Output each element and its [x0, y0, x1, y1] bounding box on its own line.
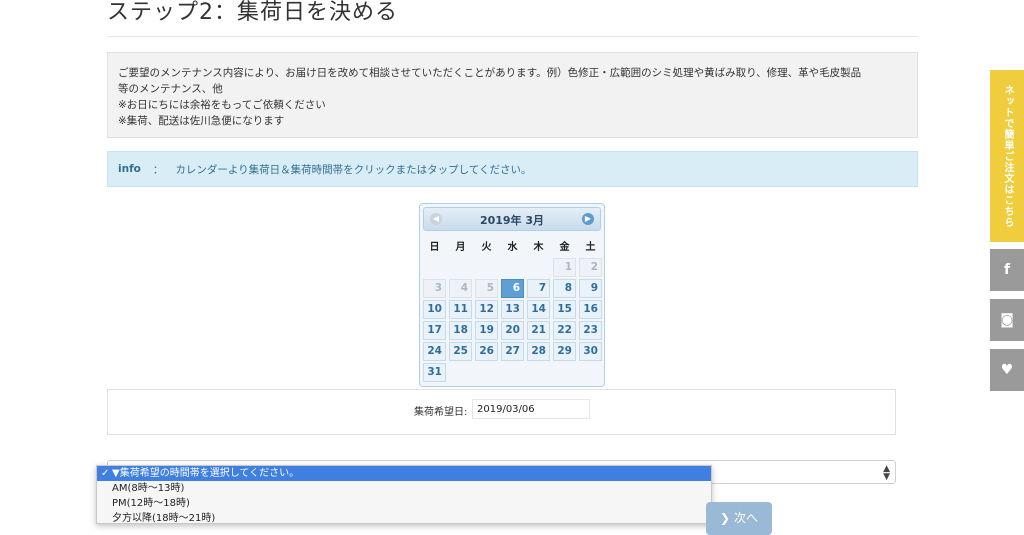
- info-text: カレンダーより集荷日＆集荷時間帯をクリックまたはタップしてください。: [175, 163, 532, 176]
- next-button[interactable]: ❯ 次へ: [706, 502, 772, 535]
- weekday-header: 日: [429, 242, 440, 253]
- notice-line: ※集荷、配送は佐川急便になります: [118, 115, 285, 127]
- calendar-header: ◀ 2019年 3月 ▶: [423, 207, 601, 231]
- calendar-month-label: 2019年 3月: [479, 214, 545, 227]
- calendar-day-13[interactable]: 13: [501, 300, 524, 319]
- pickup-date-panel: 集荷希望日:: [107, 389, 896, 435]
- calendar-day-20[interactable]: 20: [501, 321, 524, 340]
- calendar-day-7[interactable]: 7: [527, 279, 550, 298]
- order-online-cta[interactable]: ネットで簡単ご注文はこちら: [990, 70, 1024, 242]
- calendar-day-2: 2: [579, 258, 602, 277]
- calendar-day-26[interactable]: 26: [475, 342, 498, 361]
- calendar-day-1: 1: [553, 258, 576, 277]
- calendar-day-31[interactable]: 31: [423, 363, 446, 382]
- time-option-placeholder[interactable]: ✓ ▼集荷希望の時間帯を選択してください。: [97, 466, 711, 481]
- calendar-day-9[interactable]: 9: [579, 279, 602, 298]
- check-icon: ✓: [101, 468, 110, 479]
- weekday-header: 金: [559, 242, 570, 253]
- calendar-day-18[interactable]: 18: [449, 321, 472, 340]
- title-divider: [107, 36, 918, 37]
- pickup-date-label: 集荷希望日:: [414, 407, 468, 418]
- calendar-day-14[interactable]: 14: [527, 300, 550, 319]
- calendar-day-22[interactable]: 22: [553, 321, 576, 340]
- datepicker-calendar: ◀ 2019年 3月 ▶ 日月火水木金土 1 2 3 4 5 6 7 8 9 10 11 12 13 14 1…: [419, 203, 605, 387]
- calendar-day-29[interactable]: 29: [553, 342, 576, 361]
- weekday-header: 水: [507, 242, 518, 253]
- time-option-am[interactable]: AM(8時〜13時): [97, 481, 711, 496]
- time-option-evening[interactable]: 夕方以降(18時〜21時): [97, 511, 711, 526]
- pickup-date-input[interactable]: [472, 399, 590, 419]
- calendar-day-3: 3: [423, 279, 446, 298]
- calendar-day-23[interactable]: 23: [579, 321, 602, 340]
- chevron-right-icon: ❯: [720, 511, 731, 525]
- calendar-day-28[interactable]: 28: [527, 342, 550, 361]
- info-separator: ：: [152, 163, 164, 176]
- calendar-day-5: 5: [475, 279, 498, 298]
- time-slot-dropdown: ✓ ▼集荷希望の時間帯を選択してください。 AM(8時〜13時) PM(12時〜1…: [96, 465, 712, 524]
- time-option-pm[interactable]: PM(12時〜18時): [97, 496, 711, 511]
- notice-line: 等のメンテナンス、他: [118, 83, 223, 95]
- notice-line: ご要望のメンテナンス内容により、お届け日を改めて相談させていただくことがあります…: [118, 67, 862, 79]
- weekday-header: 土: [585, 242, 596, 253]
- notice-line: ※お日にちには余裕をもってご依頼ください: [118, 99, 326, 111]
- info-label: info: [118, 163, 141, 175]
- maintenance-notice: ご要望のメンテナンス内容により、お届け日を改めて相談させていただくことがあります…: [107, 52, 918, 138]
- twitter-icon[interactable]: ♥: [990, 349, 1024, 391]
- calendar-day-8[interactable]: 8: [553, 279, 576, 298]
- calendar-day-15[interactable]: 15: [553, 300, 576, 319]
- calendar-day-12[interactable]: 12: [475, 300, 498, 319]
- info-alert: info ： カレンダーより集荷日＆集荷時間帯をクリックまたはタップしてください…: [107, 151, 918, 187]
- calendar-day-19[interactable]: 19: [475, 321, 498, 340]
- calendar-day-27[interactable]: 27: [501, 342, 524, 361]
- calendar-day-21[interactable]: 21: [527, 321, 550, 340]
- calendar-day-16[interactable]: 16: [579, 300, 602, 319]
- facebook-icon[interactable]: f: [990, 249, 1024, 291]
- weekday-header: 月: [455, 242, 466, 253]
- next-month-icon[interactable]: ▶: [582, 213, 594, 225]
- calendar-day-10[interactable]: 10: [423, 300, 446, 319]
- calendar-day-17[interactable]: 17: [423, 321, 446, 340]
- next-button-label: 次へ: [733, 511, 758, 525]
- select-updown-icon: ▲ ▼: [883, 464, 890, 482]
- calendar-day-30[interactable]: 30: [579, 342, 602, 361]
- calendar-day-24[interactable]: 24: [423, 342, 446, 361]
- calendar-day-6[interactable]: 6: [501, 279, 524, 298]
- calendar-day-4: 4: [449, 279, 472, 298]
- calendar-day-11[interactable]: 11: [449, 300, 472, 319]
- instagram-icon[interactable]: ◙: [990, 299, 1024, 341]
- weekday-header: 木: [533, 242, 544, 253]
- calendar-day-25[interactable]: 25: [449, 342, 472, 361]
- weekday-header: 火: [481, 242, 492, 253]
- page-title: ステップ2：集荷日を決める: [107, 0, 398, 25]
